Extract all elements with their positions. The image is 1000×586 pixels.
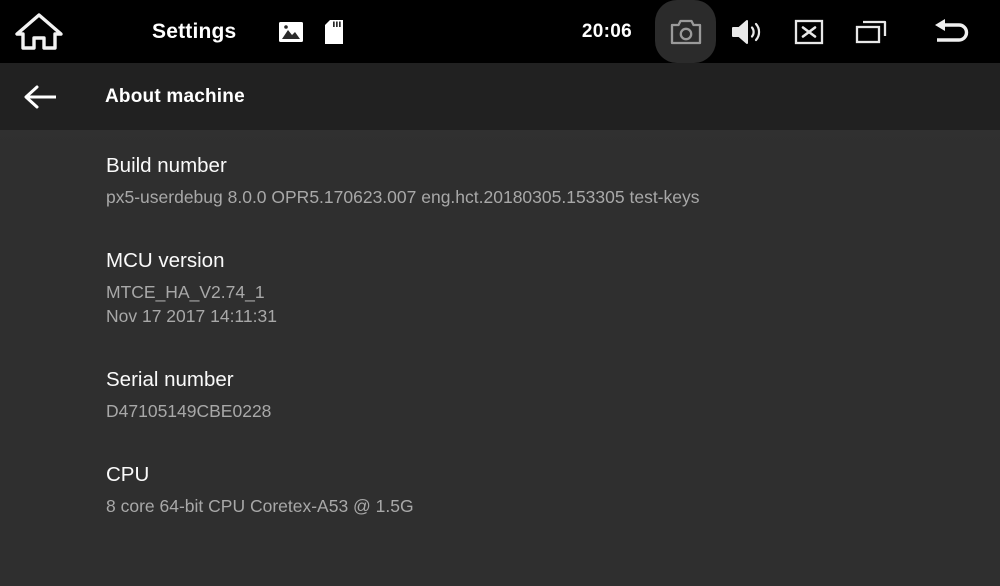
item-value: D47105149CBE0228 bbox=[106, 401, 272, 421]
item-title: Build number bbox=[106, 154, 227, 177]
arrow-left-icon[interactable] bbox=[0, 63, 84, 130]
sdcard-icon bbox=[320, 0, 348, 63]
page-title: About machine bbox=[105, 85, 245, 107]
close-box-icon[interactable] bbox=[778, 0, 840, 63]
item-title: Serial number bbox=[106, 368, 234, 391]
list-item-serial-number[interactable]: Serial number D47105149CBE0228 bbox=[0, 365, 1000, 423]
list-item-mcu-version[interactable]: MCU version MTCE_HA_V2.74_1 Nov 17 2017 … bbox=[0, 246, 1000, 328]
item-value: 8 core 64-bit CPU Coretex-A53 @ 1.5G bbox=[106, 496, 414, 516]
status-bar: Settings 20:06 bbox=[0, 0, 1000, 63]
list-item-cpu[interactable]: CPU 8 core 64-bit CPU Coretex-A53 @ 1.5G bbox=[0, 460, 1000, 518]
about-machine-list: Build number px5-userdebug 8.0.0 OPR5.17… bbox=[0, 130, 1000, 586]
item-title: CPU bbox=[106, 463, 150, 486]
home-icon[interactable] bbox=[0, 0, 78, 63]
sub-header: About machine bbox=[0, 63, 1000, 130]
recents-icon[interactable] bbox=[840, 0, 902, 63]
item-value-secondary: Nov 17 2017 14:11:31 bbox=[106, 306, 277, 326]
app-title: Settings bbox=[152, 19, 237, 43]
clock: 20:06 bbox=[581, 20, 632, 42]
item-value: MTCE_HA_V2.74_1 bbox=[106, 282, 265, 302]
image-icon bbox=[274, 0, 308, 63]
status-bar-right-group: 20:06 bbox=[582, 0, 1000, 63]
volume-icon[interactable] bbox=[716, 0, 778, 63]
back-arrow-icon[interactable] bbox=[902, 0, 1000, 63]
camera-icon[interactable] bbox=[655, 0, 716, 63]
item-value: px5-userdebug 8.0.0 OPR5.170623.007 eng.… bbox=[106, 187, 700, 207]
item-title: MCU version bbox=[106, 249, 225, 272]
list-item-build-number[interactable]: Build number px5-userdebug 8.0.0 OPR5.17… bbox=[0, 151, 1000, 209]
